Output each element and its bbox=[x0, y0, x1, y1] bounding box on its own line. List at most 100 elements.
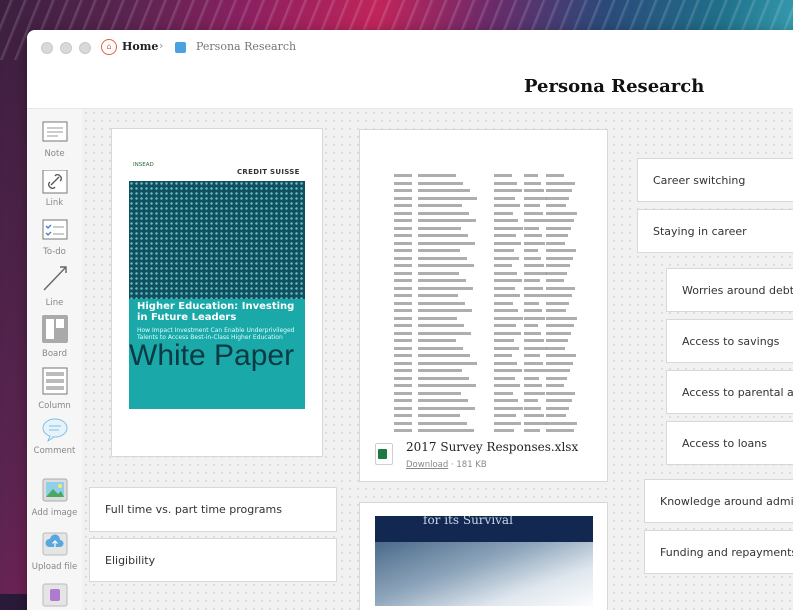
sheet-cell bbox=[524, 181, 541, 185]
tool-comment[interactable]: Comment bbox=[27, 418, 82, 456]
sheet-cell bbox=[494, 354, 512, 357]
sheet-row bbox=[394, 384, 589, 392]
sheet-cell bbox=[524, 249, 538, 252]
sheet-cell bbox=[418, 399, 468, 402]
note-text: Access to savings bbox=[682, 334, 780, 348]
image-icon bbox=[42, 478, 68, 502]
minimize-window-button[interactable] bbox=[60, 42, 72, 54]
sheet-cell bbox=[394, 196, 412, 200]
sheet-row bbox=[394, 301, 589, 310]
sheet-row bbox=[394, 189, 589, 197]
sheet-cell bbox=[418, 406, 475, 410]
tool-line[interactable]: Line bbox=[27, 264, 82, 308]
article-headline: for its Survival bbox=[423, 516, 513, 527]
note-card-eligibility[interactable]: Eligibility bbox=[89, 538, 337, 582]
sheet-cell bbox=[394, 414, 412, 417]
sheet-cell bbox=[524, 301, 539, 305]
file-card[interactable]: 2017 Survey Responses.xlsx Download · 18… bbox=[359, 129, 608, 482]
note-card-access-savings[interactable]: Access to savings bbox=[666, 319, 793, 363]
sheet-cell bbox=[494, 241, 521, 245]
sheet-cell bbox=[546, 384, 564, 387]
sheet-cell bbox=[394, 309, 412, 312]
sheet-cell bbox=[546, 279, 564, 282]
sheet-row bbox=[394, 294, 589, 302]
breadcrumb-home[interactable]: Home bbox=[122, 40, 158, 53]
tool-label: Note bbox=[44, 149, 65, 159]
sheet-cell bbox=[546, 361, 573, 365]
note-card-staying-in-career[interactable]: Staying in career bbox=[637, 209, 793, 253]
sheet-cell bbox=[524, 256, 541, 260]
note-card-worries-debt[interactable]: Worries around debt bbox=[666, 268, 793, 312]
sheet-cell bbox=[394, 279, 412, 282]
tool-more[interactable] bbox=[27, 583, 82, 607]
sheet-cell bbox=[494, 294, 520, 297]
file-name[interactable]: 2017 Survey Responses.xlsx bbox=[406, 440, 578, 454]
tool-upload-file[interactable]: Upload file bbox=[27, 532, 82, 572]
sheet-cell bbox=[524, 391, 545, 395]
sheet-row bbox=[394, 264, 589, 272]
tool-note[interactable]: Note bbox=[27, 121, 82, 159]
tool-label: Add image bbox=[31, 508, 78, 518]
sheet-cell bbox=[524, 421, 547, 425]
board-header: Persona Research bbox=[27, 66, 793, 109]
sheet-cell bbox=[546, 286, 575, 290]
sheet-row bbox=[394, 429, 589, 434]
sheet-cell bbox=[494, 331, 521, 335]
sheet-row bbox=[394, 354, 589, 362]
white-paper-title: Higher Education: Investing in Future Le… bbox=[137, 301, 295, 323]
sheet-cell bbox=[494, 324, 516, 327]
sheet-cell bbox=[418, 414, 460, 417]
sheet-cell bbox=[394, 204, 412, 207]
close-window-button[interactable] bbox=[41, 42, 53, 54]
note-card-knowledge-admission[interactable]: Knowledge around admissi bbox=[644, 479, 793, 523]
white-paper-big-text: White Paper bbox=[129, 339, 295, 372]
download-link[interactable]: Download bbox=[406, 460, 448, 470]
maximize-window-button[interactable] bbox=[79, 42, 91, 54]
credit-suisse-logo: CREDIT SUISSE bbox=[237, 168, 300, 176]
tool-todo[interactable]: To-do bbox=[27, 219, 82, 257]
sheet-cell bbox=[394, 264, 412, 267]
sheet-row bbox=[394, 181, 589, 190]
sheet-cell bbox=[524, 361, 543, 365]
tool-link[interactable]: Link bbox=[27, 169, 82, 208]
tool-add-image[interactable]: Add image bbox=[27, 478, 82, 518]
sheet-cell bbox=[494, 219, 518, 222]
page-title[interactable]: Persona Research bbox=[524, 76, 704, 97]
tool-column[interactable]: Column bbox=[27, 367, 82, 411]
tool-board[interactable]: Board bbox=[27, 315, 82, 359]
note-card-full-time[interactable]: Full time vs. part time programs bbox=[89, 487, 337, 532]
sheet-cell bbox=[418, 286, 473, 290]
sheet-cell bbox=[394, 189, 412, 192]
sheet-cell bbox=[524, 339, 544, 342]
breadcrumb-current-page[interactable]: Persona Research bbox=[196, 40, 296, 53]
white-paper-card[interactable]: INSEAD CREDIT SUISSE Higher Education: I… bbox=[111, 128, 323, 457]
sheet-cell bbox=[418, 181, 463, 185]
sheet-cell bbox=[494, 189, 522, 192]
sheet-cell bbox=[546, 219, 574, 222]
sheet-cell bbox=[546, 406, 569, 410]
sheet-cell bbox=[418, 256, 467, 260]
sheet-cell bbox=[494, 256, 519, 260]
sheet-cell bbox=[418, 271, 459, 275]
sheet-cell bbox=[494, 211, 513, 215]
note-card-funding-repayments[interactable]: Funding and repayments bbox=[644, 530, 793, 574]
sheet-cell bbox=[546, 249, 576, 252]
sheet-cell bbox=[546, 196, 569, 200]
sheet-row bbox=[394, 331, 589, 340]
sheet-cell bbox=[546, 399, 572, 402]
sheet-row bbox=[394, 174, 589, 182]
sheet-cell bbox=[418, 234, 468, 237]
home-logo-icon[interactable]: ⌂ bbox=[101, 39, 117, 55]
sheet-cell bbox=[494, 384, 520, 387]
tool-sidebar: Note Link To-do Line Board Column Commen… bbox=[27, 109, 83, 610]
note-card-access-loans[interactable]: Access to loans bbox=[666, 421, 793, 465]
sheet-cell bbox=[546, 339, 568, 342]
sheet-cell bbox=[418, 361, 477, 365]
note-card-access-parental[interactable]: Access to parental assis bbox=[666, 370, 793, 414]
sheet-cell bbox=[394, 384, 412, 387]
sheet-cell bbox=[494, 286, 515, 290]
sheet-cell bbox=[546, 174, 564, 177]
sheet-cell bbox=[524, 279, 540, 282]
sheet-cell bbox=[394, 301, 412, 305]
note-card-career-switching[interactable]: Career switching bbox=[637, 158, 793, 202]
